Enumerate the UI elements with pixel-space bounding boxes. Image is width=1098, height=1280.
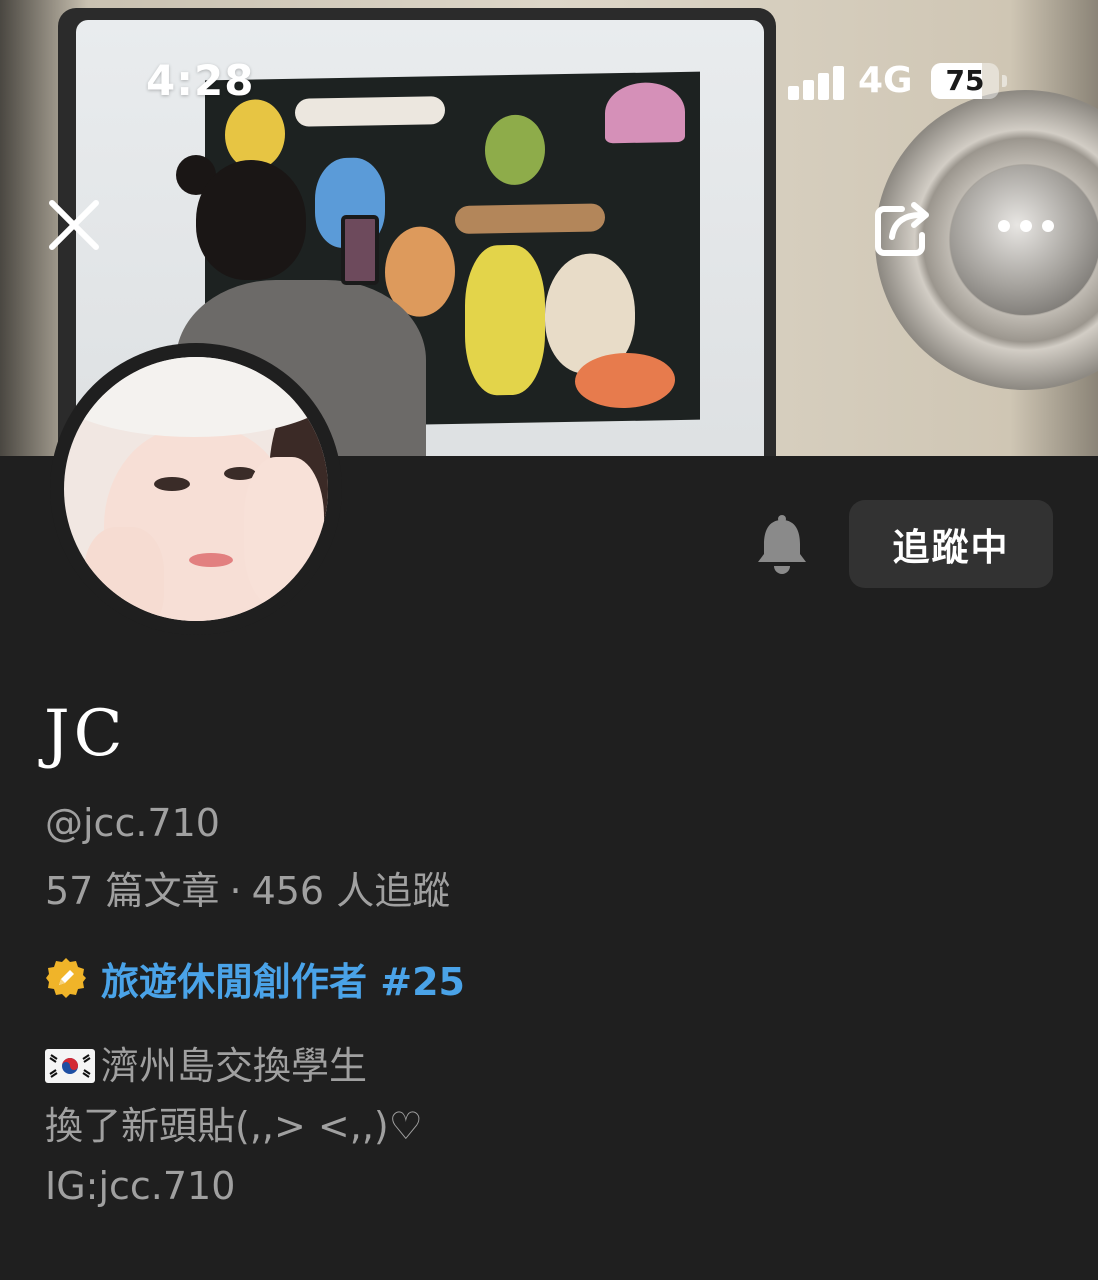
signal-icon — [788, 64, 844, 100]
followers-label[interactable]: 人追蹤 — [336, 869, 450, 913]
following-button[interactable]: 追蹤中 — [849, 500, 1053, 588]
share-button[interactable] — [872, 195, 936, 259]
display-name: JC — [44, 697, 127, 771]
share-icon — [875, 202, 929, 256]
creator-badge-label: 旅遊休閒創作者 #25 — [101, 959, 465, 1004]
more-horizontal-icon — [998, 220, 1054, 232]
bio-line: 濟州島交換學生 — [45, 1036, 423, 1096]
stats-separator: · — [229, 869, 242, 913]
battery-icon: 75 — [931, 63, 999, 99]
profile-stats: 57 篇文章 · 456 人追蹤 — [45, 868, 450, 914]
bio-line: 換了新頭貼(,,> <,,)♡ — [45, 1096, 423, 1156]
battery-level: 75 — [945, 64, 985, 97]
battery-tip — [1002, 75, 1007, 87]
creator-pen-badge-icon — [46, 958, 86, 998]
creator-badge[interactable]: 旅遊休閒創作者 #25 — [45, 952, 465, 1004]
close-icon — [49, 200, 99, 250]
south-korea-flag-icon — [45, 1049, 95, 1083]
notify-button[interactable] — [752, 512, 812, 576]
more-button[interactable] — [994, 200, 1058, 252]
status-time: 4:28 — [146, 56, 255, 105]
bio-text: 濟州島交換學生 — [101, 1044, 368, 1088]
close-button[interactable] — [44, 195, 104, 255]
bio-line: IG:jcc.710 — [45, 1156, 423, 1216]
bio-text: IG:jcc.710 — [45, 1164, 236, 1208]
username: @jcc.710 — [45, 801, 220, 845]
posts-count: 57 — [45, 869, 94, 913]
bio-text: 換了新頭貼(,,> <,,)♡ — [45, 1104, 423, 1148]
avatar[interactable] — [50, 343, 342, 635]
bio: 濟州島交換學生 換了新頭貼(,,> <,,)♡ IG:jcc.710 — [45, 1036, 423, 1216]
avatar-photo — [64, 357, 328, 621]
bell-icon — [758, 515, 806, 574]
followers-count[interactable]: 456 — [252, 869, 325, 913]
network-label: 4G — [858, 60, 913, 101]
posts-label: 篇文章 — [105, 869, 220, 913]
